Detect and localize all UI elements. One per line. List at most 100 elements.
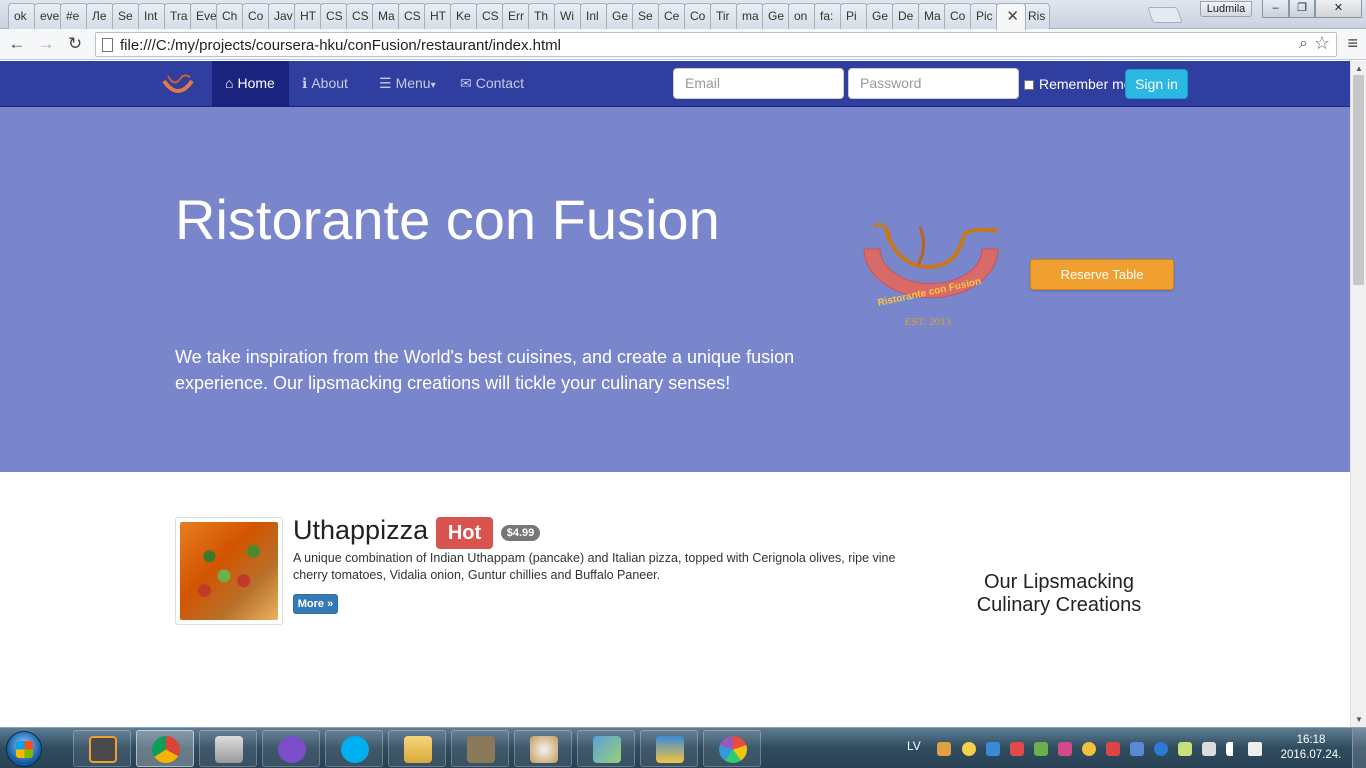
- browser-tab[interactable]: CS: [346, 3, 374, 29]
- browser-tab[interactable]: ok: [8, 3, 36, 29]
- reserve-table-button[interactable]: Reserve Table: [1030, 259, 1174, 290]
- browser-tab[interactable]: Ce: [658, 3, 686, 29]
- remember-me[interactable]: Remember me: [1024, 76, 1132, 92]
- browser-tab[interactable]: Ma: [918, 3, 946, 29]
- taskbar-picasa[interactable]: [703, 730, 761, 767]
- browser-tab-active[interactable]: ✕: [996, 3, 1026, 30]
- browser-tab[interactable]: Ch: [216, 3, 244, 29]
- taskbar-map-app[interactable]: [577, 730, 635, 767]
- tray-dropbox-icon[interactable]: [1058, 742, 1072, 756]
- nav-home[interactable]: ⌂ Home: [212, 61, 289, 106]
- taskbar-clock[interactable]: 16:18 2016.07.24.: [1272, 733, 1350, 763]
- scroll-up-icon[interactable]: ▲: [1355, 64, 1363, 73]
- nav-menu[interactable]: ☰ Menu▾: [366, 61, 449, 106]
- bluetooth-icon[interactable]: [1130, 742, 1144, 756]
- password-field[interactable]: Password: [848, 68, 1019, 99]
- page-scrollbar[interactable]: ▲ ▼: [1350, 61, 1366, 727]
- address-bar[interactable]: file:///C:/my/projects/coursera-hku/conF…: [95, 32, 1337, 57]
- browser-tab[interactable]: Pi: [840, 3, 868, 29]
- browser-tab[interactable]: Co: [944, 3, 972, 29]
- start-button[interactable]: [6, 731, 42, 767]
- tray-flag-icon[interactable]: [1010, 742, 1024, 756]
- browser-tab[interactable]: ma: [736, 3, 764, 29]
- taskbar-explorer[interactable]: [388, 730, 446, 767]
- browser-tab[interactable]: Co: [242, 3, 270, 29]
- speaker-muted-icon[interactable]: [937, 742, 951, 756]
- forward-icon[interactable]: →: [34, 33, 58, 55]
- browser-tab[interactable]: #e: [60, 3, 88, 29]
- browser-tab[interactable]: Int: [138, 3, 166, 29]
- close-window-button[interactable]: ✕: [1315, 0, 1362, 18]
- browser-tab[interactable]: Wi: [554, 3, 582, 29]
- scroll-thumb[interactable]: [1353, 75, 1364, 285]
- volume-icon[interactable]: [1248, 742, 1262, 756]
- maximize-button[interactable]: ❐: [1289, 0, 1315, 18]
- taskbar-chrome[interactable]: [136, 730, 194, 767]
- browser-tab[interactable]: Inl: [580, 3, 608, 29]
- tray-usb-icon[interactable]: [1202, 742, 1216, 756]
- nav-contact[interactable]: ✉ Contact: [447, 61, 537, 106]
- taskbar-cat-app[interactable]: [262, 730, 320, 767]
- browser-tab[interactable]: Tir: [710, 3, 738, 29]
- tray-search-icon[interactable]: [986, 742, 1000, 756]
- email-field[interactable]: Email: [673, 68, 844, 99]
- browser-tab[interactable]: Ge: [762, 3, 790, 29]
- browser-tab[interactable]: Jav: [268, 3, 296, 29]
- browser-tab[interactable]: Ge: [866, 3, 894, 29]
- tray-sync-icon[interactable]: [1154, 742, 1168, 756]
- more-button[interactable]: More »: [293, 594, 338, 614]
- browser-tab[interactable]: CS: [320, 3, 348, 29]
- language-indicator[interactable]: LV: [907, 739, 921, 753]
- nav-about[interactable]: ℹ About: [289, 61, 361, 106]
- browser-tab[interactable]: CS: [476, 3, 504, 29]
- new-tab-button[interactable]: [1147, 7, 1183, 23]
- browser-tab[interactable]: HT: [294, 3, 322, 29]
- minimize-button[interactable]: –: [1262, 0, 1289, 18]
- browser-tab[interactable]: HT: [424, 3, 452, 29]
- scroll-down-icon[interactable]: ▼: [1355, 715, 1363, 724]
- reload-icon[interactable]: ↻: [63, 33, 87, 55]
- browser-tab[interactable]: CS: [398, 3, 426, 29]
- bookmark-star-icon[interactable]: ☆: [1314, 33, 1330, 54]
- browser-tab[interactable]: Ma: [372, 3, 400, 29]
- tray-package-icon[interactable]: [1034, 742, 1048, 756]
- restaurant-logo: Ristorante con Fusion EST. 2013: [863, 222, 999, 326]
- zoom-icon[interactable]: ⌕: [1299, 35, 1308, 53]
- browser-tab[interactable]: Ле: [86, 3, 114, 29]
- taskbar-photo-viewer[interactable]: [640, 730, 698, 767]
- chrome-menu-icon[interactable]: ≡: [1347, 33, 1358, 54]
- browser-tab[interactable]: Co: [684, 3, 712, 29]
- remember-checkbox[interactable]: [1024, 80, 1034, 90]
- signin-button[interactable]: Sign in: [1125, 69, 1188, 99]
- browser-tab[interactable]: Se: [632, 3, 660, 29]
- brand-logo[interactable]: [160, 71, 196, 99]
- browser-tab[interactable]: on: [788, 3, 816, 29]
- browser-tab[interactable]: Err: [502, 3, 530, 29]
- tray-network-x-icon[interactable]: [1106, 742, 1120, 756]
- browser-tab[interactable]: Ke: [450, 3, 478, 29]
- tray-note-icon[interactable]: [1178, 742, 1192, 756]
- taskbar-skype[interactable]: [325, 730, 383, 767]
- dish-thumbnail[interactable]: [175, 517, 283, 625]
- browser-tab[interactable]: Pic: [970, 3, 998, 29]
- browser-tab[interactable]: fa:: [814, 3, 842, 29]
- browser-tab[interactable]: eve: [34, 3, 62, 29]
- browser-tab[interactable]: Se: [112, 3, 140, 29]
- show-desktop-button[interactable]: [1352, 728, 1366, 768]
- browser-tab[interactable]: De: [892, 3, 920, 29]
- browser-tab[interactable]: Eve: [190, 3, 218, 29]
- taskbar-sublime[interactable]: [73, 730, 131, 767]
- back-icon[interactable]: ←: [5, 33, 29, 55]
- profile-badge[interactable]: Ludmila: [1200, 1, 1252, 17]
- signal-bars-icon[interactable]: [1226, 742, 1240, 756]
- browser-tab[interactable]: Tra: [164, 3, 192, 29]
- tray-smiley-icon[interactable]: [962, 742, 976, 756]
- taskbar-joystick[interactable]: [199, 730, 257, 767]
- tray-cd-icon[interactable]: [1082, 742, 1096, 756]
- browser-tab[interactable]: Th: [528, 3, 556, 29]
- close-tab-icon[interactable]: ✕: [1006, 7, 1019, 25]
- browser-tab[interactable]: Ris: [1022, 3, 1050, 29]
- taskbar-gimp[interactable]: [451, 730, 509, 767]
- browser-tab[interactable]: Ge: [606, 3, 634, 29]
- taskbar-paint[interactable]: [514, 730, 572, 767]
